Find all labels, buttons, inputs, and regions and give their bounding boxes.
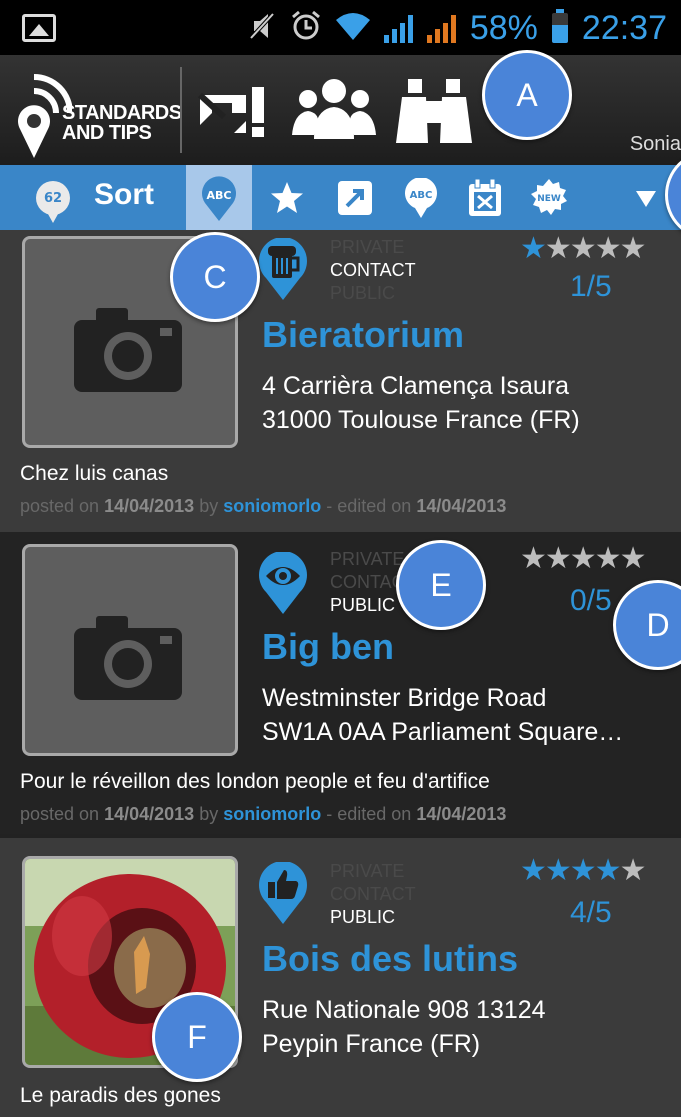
item-title[interactable]: Big ben — [262, 626, 394, 668]
sort-button[interactable]: Sort — [94, 178, 154, 212]
author-link[interactable]: soniomorlo — [223, 804, 321, 824]
battery-percent: 58% — [469, 8, 538, 47]
logo-line2: AND TIPS — [62, 122, 152, 144]
visibility-public: PUBLIC — [330, 283, 396, 303]
star-rating: ★★★★★ — [520, 231, 647, 266]
share-icon[interactable] — [322, 165, 388, 230]
list-item[interactable]: PRIVATE CONTACT PUBLIC ★★★★★ 4/5 Bois de… — [0, 838, 681, 1117]
star-rating: ★★★★★ — [520, 541, 646, 576]
by-label: by — [199, 804, 219, 824]
calendar-remove-icon[interactable] — [452, 165, 518, 230]
star-icon: ★ — [520, 231, 547, 266]
sort-bar: 62 Sort ABC ABC NEW — [0, 165, 681, 230]
divider — [180, 67, 182, 153]
visibility-contact: CONTACT — [330, 260, 416, 280]
author-link[interactable]: soniomorlo — [223, 496, 321, 516]
clock: 22:37 — [581, 8, 667, 47]
placeholder-photo — [22, 544, 238, 756]
new-badge-icon[interactable]: NEW — [516, 165, 582, 230]
item-description: Pour le réveillon des london people et f… — [20, 770, 490, 793]
svg-text:ABC: ABC — [207, 189, 232, 202]
item-description: Le paradis des gones — [20, 1084, 221, 1107]
rating-value: 1/5 — [570, 270, 612, 303]
list-item[interactable]: PRIVATE CONTACT PUBLIC ★★★★★ 0/5 Big ben… — [0, 532, 681, 834]
edited-prefix: - edited on — [326, 804, 412, 824]
abc-bubble-icon[interactable]: ABC — [388, 165, 454, 230]
thumbs-up-icon — [258, 861, 308, 924]
address-line2: Peypin France (FR) — [262, 1030, 481, 1058]
beer-icon — [258, 237, 308, 300]
app-screen: 58% 22:37 STANDARDS AND TIPS Sonia 62 So… — [0, 0, 681, 1117]
community-icon[interactable] — [292, 73, 376, 147]
item-title[interactable]: Bois des lutins — [262, 938, 518, 980]
rating-value: 4/5 — [570, 896, 612, 929]
item-description: Chez luis canas — [20, 462, 169, 485]
visibility-contact: CONTACT — [330, 884, 416, 904]
svg-text:NEW: NEW — [537, 194, 561, 204]
posted-prefix: posted on — [20, 496, 100, 516]
user-name[interactable]: Sonia — [630, 133, 681, 156]
star-icon: ★★★★ — [520, 853, 622, 888]
logo-line1: STANDARDS — [62, 102, 182, 124]
visibility-options: PRIVATE CONTACT PUBLIC — [330, 860, 416, 929]
item-meta: posted on 14/04/2013 by soniomorlo - edi… — [20, 804, 506, 825]
result-count-badge: 62 — [36, 181, 70, 223]
visibility-private: PRIVATE — [330, 861, 405, 881]
visibility-private: PRIVATE — [330, 237, 405, 257]
svg-text:ABC: ABC — [410, 190, 433, 201]
address-line1: Westminster Bridge Road — [262, 684, 547, 712]
picture-icon — [22, 14, 56, 42]
star-icon: ★★★★ — [544, 231, 647, 266]
posted-prefix: posted on — [20, 804, 100, 824]
posted-date: 14/04/2013 — [104, 804, 195, 824]
wifi-icon — [335, 12, 370, 44]
list-item[interactable]: PRIVATE CONTACT PUBLIC ★★★★★ 1/5 Bierato… — [0, 230, 681, 532]
app-logo[interactable]: STANDARDS AND TIPS — [12, 63, 182, 159]
abc-marker-icon[interactable]: ABC — [186, 165, 252, 230]
signal-icon — [383, 13, 413, 43]
rating-value: 0/5 — [570, 584, 612, 617]
by-label: by — [199, 496, 219, 516]
posted-date: 14/04/2013 — [104, 496, 195, 516]
signal-icon — [426, 13, 456, 43]
edited-date: 14/04/2013 — [416, 496, 507, 516]
alarm-icon — [290, 10, 322, 47]
explore-binoculars-icon[interactable] — [392, 73, 472, 147]
battery-icon — [551, 9, 568, 43]
star-icon: ★★★★★ — [520, 541, 646, 576]
callout-f: F — [152, 992, 242, 1082]
callout-a: A — [482, 50, 572, 140]
star-icon: ★ — [619, 853, 647, 888]
action-bar: STANDARDS AND TIPS Sonia — [0, 55, 681, 165]
address-line1: 4 Carrièra Clamença Isaura — [262, 372, 570, 400]
address-line2: SW1A 0AA Parliament Square… — [262, 718, 624, 746]
add-tip-icon[interactable] — [194, 73, 274, 147]
status-bar: 58% 22:37 — [0, 0, 681, 55]
address-line1: Rue Nationale 908 13124 — [262, 996, 546, 1024]
visibility-public: PUBLIC — [330, 907, 396, 927]
item-meta: posted on 14/04/2013 by soniomorlo - edi… — [20, 496, 506, 517]
star-rating: ★★★★★ — [520, 853, 647, 888]
visibility-options: PRIVATE CONTACT PUBLIC — [330, 236, 416, 305]
callout-c: C — [170, 232, 260, 322]
edited-date: 14/04/2013 — [416, 804, 507, 824]
callout-e: E — [396, 540, 486, 630]
address-line2: 31000 Toulouse France (FR) — [262, 406, 580, 434]
star-icon[interactable] — [254, 165, 320, 230]
edited-prefix: - edited on — [326, 496, 412, 516]
chevron-down-icon[interactable] — [636, 191, 656, 207]
mute-icon — [248, 11, 276, 46]
item-title[interactable]: Bieratorium — [262, 314, 464, 356]
eye-icon — [258, 551, 308, 614]
